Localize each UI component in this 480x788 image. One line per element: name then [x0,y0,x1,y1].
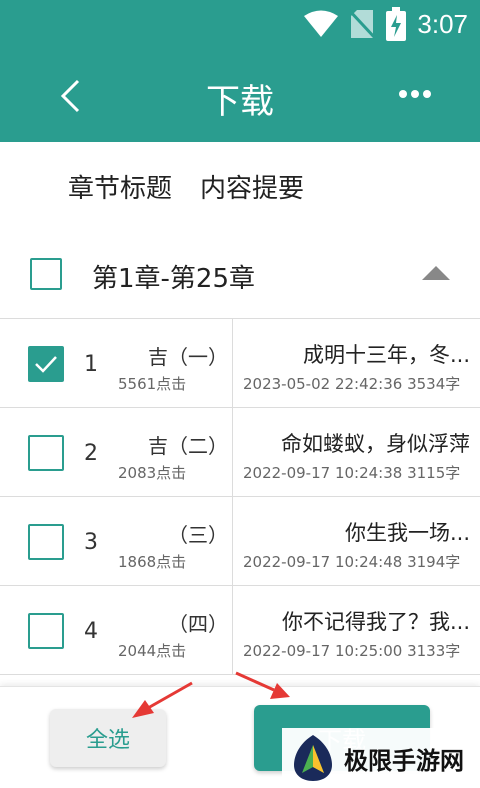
chapter-summary-cell: 你生我一场... 2022-09-17 10:24:48 3194字 [234,497,480,585]
status-icons: 3:07 [303,6,468,42]
status-bar: 3:07 [0,0,480,48]
no-sim-icon [349,8,376,40]
select-all-button[interactable]: 全选 [50,709,166,767]
logo-icon [294,735,332,781]
chapter-meta: 2022-09-17 10:24:48 3194字 [243,553,461,571]
chapter-clicks: 2044点击 [118,642,187,660]
chapter-row[interactable]: 4 （四） 2044点击 你不记得我了？我... 2022-09-17 10:2… [0,586,480,675]
column-divider [232,586,233,674]
column-divider [232,319,233,407]
checkmark-icon [35,356,57,373]
group-checkbox[interactable] [30,258,62,290]
chapter-number: 2 [84,441,98,466]
chapter-summary: 你不记得我了？我... [281,610,470,634]
chapter-summary: 命如蝼蚁，身似浮萍 [281,432,470,456]
chapter-summary: 成明十三年，冬... [302,343,470,367]
chapter-meta: 2022-09-17 10:24:38 3115字 [243,464,461,482]
chapter-title-cell: 吉（一） 5561点击 [116,319,232,407]
status-time: 3:07 [417,8,468,39]
more-dot-icon [399,90,407,98]
chapter-title: 吉（一） [148,345,228,369]
column-header: 章节标题 内容提要 [68,168,304,205]
collapse-arrow-icon[interactable] [422,266,450,280]
chapter-summary-cell: 你不记得我了？我... 2022-09-17 10:25:00 3133字 [234,586,480,674]
chapter-checkbox[interactable] [28,613,64,649]
chapter-checkbox[interactable] [28,435,64,471]
chapter-number: 3 [84,530,98,555]
chapter-row[interactable]: 2 吉（二） 2083点击 命如蝼蚁，身似浮萍 2022-09-17 10:24… [0,408,480,497]
chapter-checkbox[interactable] [28,346,64,382]
column-divider [232,497,233,585]
chapter-title: （三） [168,523,228,547]
chapter-title-cell: （三） 1868点击 [116,497,232,585]
chapter-meta: 2022-09-17 10:25:00 3133字 [243,642,461,660]
battery-charging-icon [386,7,407,41]
chapter-clicks: 2083点击 [118,464,187,482]
chapter-clicks: 5561点击 [118,375,187,393]
chapter-checkbox[interactable] [28,524,64,560]
more-dot-icon [411,90,419,98]
more-dot-icon [423,90,431,98]
chapter-summary-cell: 命如蝼蚁，身似浮萍 2022-09-17 10:24:38 3115字 [234,408,480,496]
header-content-summary: 内容提要 [200,174,305,204]
wifi-icon [304,10,339,37]
chapter-title: 吉（二） [148,434,228,458]
watermark-logo: 极限手游网 [282,728,480,788]
chapter-number: 4 [84,619,98,644]
chapter-group-row[interactable]: 第1章-第25章 [0,236,480,316]
chapter-row[interactable]: 3 （三） 1868点击 你生我一场... 2022-09-17 10:24:4… [0,497,480,586]
app-bar: 下载 [0,48,480,142]
chapter-title: （四） [168,612,228,636]
chapter-title-cell: 吉（二） 2083点击 [116,408,232,496]
chapter-title-cell: （四） 2044点击 [116,586,232,674]
chapter-row[interactable]: 1 吉（一） 5561点击 成明十三年，冬... 2023-05-02 22:4… [0,319,480,408]
column-divider [232,408,233,496]
watermark-text: 极限手游网 [344,746,464,775]
chapter-number: 1 [84,352,98,377]
chapter-clicks: 1868点击 [118,553,187,571]
chapter-list: 1 吉（一） 5561点击 成明十三年，冬... 2023-05-02 22:4… [0,318,480,675]
chapter-meta: 2023-05-02 22:42:36 3534字 [243,375,461,393]
more-options-button[interactable] [390,74,440,114]
chapter-summary-cell: 成明十三年，冬... 2023-05-02 22:42:36 3534字 [234,319,480,407]
chapter-summary: 你生我一场... [344,521,470,545]
group-label: 第1章-第25章 [92,264,256,294]
header-chapter-title: 章节标题 [68,174,173,204]
